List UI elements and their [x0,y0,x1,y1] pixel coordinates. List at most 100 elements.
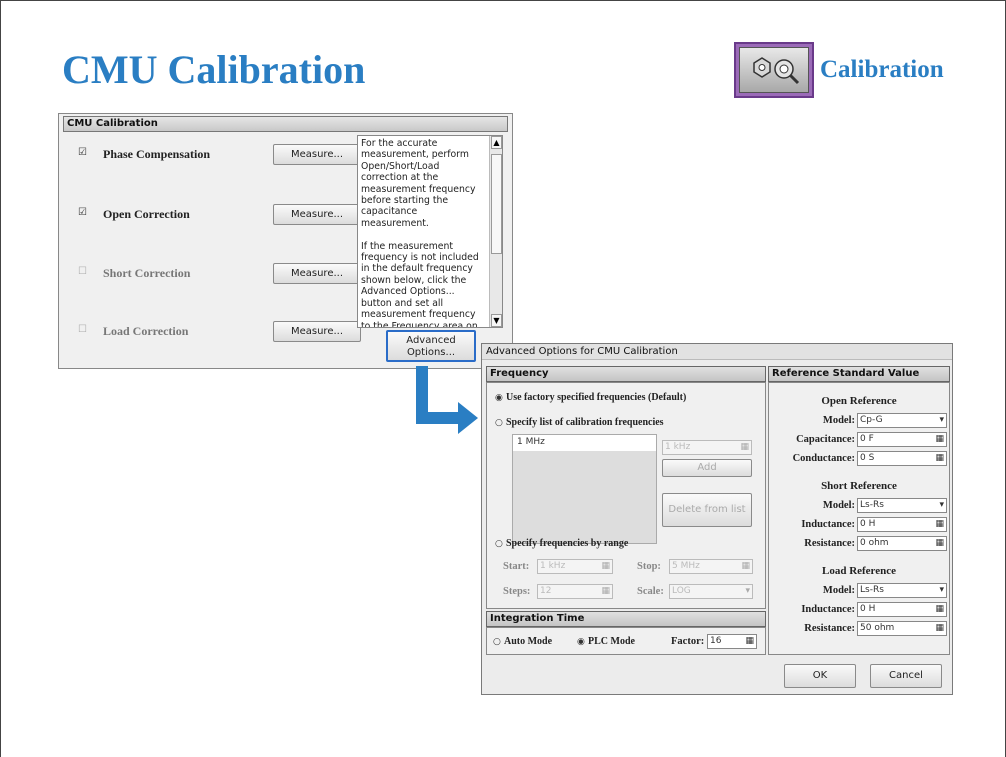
calculator-icon[interactable]: ▦ [741,560,750,573]
calculator-icon[interactable]: ▦ [935,452,944,465]
load-correction-label: Load Correction [103,324,189,338]
calculator-icon[interactable]: ▦ [740,441,749,454]
steps-label: Steps: [503,586,531,597]
short-correction-checkbox[interactable]: ☐ [77,267,88,278]
stop-label: Stop: [637,561,661,572]
auto-mode-label: Auto Mode [504,636,553,647]
start-input[interactable]: 1 kHz ▦ [537,559,613,574]
steps-input[interactable]: 12 ▦ [537,584,613,599]
integration-section: ○ Auto Mode ◉ PLC Mode Factor: 16 ▦ [486,627,766,655]
phase-compensation-label: Phase Compensation [103,147,211,161]
calculator-icon[interactable]: ▦ [935,622,944,635]
open-correction-checkbox[interactable]: ☑ [77,208,88,219]
advanced-options-button[interactable]: Advanced Options... [386,330,476,362]
load-inductance-label: Inductance: [801,604,855,615]
ok-button[interactable]: OK [784,664,856,688]
measure-load-button[interactable]: Measure... [273,321,361,342]
calculator-icon[interactable]: ▦ [935,537,944,550]
open-model-value: Cp-G [860,415,883,425]
auto-mode-radio[interactable]: ○ Auto Mode [493,636,552,647]
calculator-icon[interactable]: ▦ [935,603,944,616]
chevron-down-icon[interactable]: ▾ [939,414,944,427]
delete-from-list-button[interactable]: Delete from list [662,493,752,527]
short-model-label: Model: [822,500,855,511]
info-textbox[interactable]: For the accurate measurement, perform Op… [357,135,503,328]
load-correction-checkbox[interactable]: ☐ [77,325,88,336]
short-inductance-value: 0 H [860,519,876,529]
integration-header: Integration Time [486,611,766,627]
load-model-value: Ls-Rs [860,585,884,595]
add-button[interactable]: Add [662,459,752,477]
open-capacitance-label: Capacitance: [796,434,855,445]
phase-compensation-row: ☑ Phase Compensation Measure... [77,144,361,166]
scroll-up-icon[interactable]: ▲ [491,136,502,149]
opt-default-radio[interactable]: ◉ Use factory specified frequencies (Defa… [495,392,686,403]
load-resistance-value: 50 ohm [860,623,895,633]
chevron-down-icon[interactable]: ▾ [939,499,944,512]
frequency-section: ◉ Use factory specified frequencies (Defa… [486,382,766,609]
opt-range-radio[interactable]: ○ Specify frequencies by range [495,538,628,549]
chevron-down-icon[interactable]: ▾ [939,584,944,597]
stop-input[interactable]: 5 MHz ▦ [669,559,753,574]
radio-selected-icon: ◉ [577,637,585,647]
start-label: Start: [503,561,530,572]
open-model-select[interactable]: Cp-G ▾ [857,413,947,428]
cancel-button[interactable]: Cancel [870,664,942,688]
scale-select[interactable]: LOG ▾ [669,584,753,599]
short-resistance-value: 0 ohm [860,538,889,548]
measure-phase-button[interactable]: Measure... [273,144,361,165]
short-resistance-input[interactable]: 0 ohm ▦ [857,536,947,551]
load-model-select[interactable]: Ls-Rs ▾ [857,583,947,598]
short-inductance-input[interactable]: 0 H ▦ [857,517,947,532]
factor-value: 16 [710,636,722,646]
load-resistance-input[interactable]: 50 ohm ▦ [857,621,947,636]
open-conductance-label: Conductance: [792,453,855,464]
calculator-icon[interactable]: ▦ [601,560,610,573]
opt-default-label: Use factory specified frequencies (Defau… [506,392,687,403]
open-reference-title: Open Reference [821,395,897,407]
scroll-down-icon[interactable]: ▼ [491,314,502,327]
calculator-icon[interactable]: ▦ [935,433,944,446]
scroll-thumb[interactable] [491,154,502,254]
short-correction-row: ☐ Short Correction Measure... [77,263,361,285]
calculator-icon[interactable]: ▦ [601,585,610,598]
advanced-options-dialog: Advanced Options for CMU Calibration Fre… [481,343,953,695]
opt-list-radio[interactable]: ○ Specify list of calibration frequencies [495,417,664,428]
short-correction-label: Short Correction [103,266,191,280]
steps-value: 12 [540,586,552,596]
opt-list-label: Specify list of calibration frequencies [506,417,664,428]
start-value: 1 kHz [540,561,566,571]
radio-unselected-icon: ○ [495,539,503,549]
load-correction-row: ☐ Load Correction Measure... [77,321,361,343]
load-inductance-input[interactable]: 0 H ▦ [857,602,947,617]
phase-compensation-checkbox[interactable]: ☑ [77,148,88,159]
short-reference-title: Short Reference [821,480,897,492]
load-resistance-label: Resistance: [804,623,855,634]
calculator-icon[interactable]: ▦ [935,518,944,531]
open-model-label: Model: [822,415,855,426]
list-frequency-value: 1 kHz [665,442,691,452]
open-correction-label: Open Correction [103,207,190,221]
factor-label: Factor: [671,636,705,647]
chevron-down-icon[interactable]: ▾ [745,585,750,598]
load-reference-title: Load Reference [821,565,897,577]
measure-open-button[interactable]: Measure... [273,204,361,225]
short-model-value: Ls-Rs [860,500,884,510]
open-capacitance-input[interactable]: 0 F ▦ [857,432,947,447]
open-conductance-input[interactable]: 0 S ▦ [857,451,947,466]
frequency-list[interactable]: 1 MHz [512,434,657,544]
short-model-select[interactable]: Ls-Rs ▾ [857,498,947,513]
info-scrollbar[interactable]: ▲ ▼ [489,136,502,327]
list-item[interactable]: 1 MHz [513,435,656,451]
scale-label: Scale: [637,586,664,597]
calculator-icon[interactable]: ▦ [745,635,754,648]
short-resistance-label: Resistance: [804,538,855,549]
measure-short-button[interactable]: Measure... [273,263,361,284]
factor-input[interactable]: 16 ▦ [707,634,757,649]
load-model-label: Model: [822,585,855,596]
badge-label: Calibration [820,56,944,83]
cmu-calibration-panel: CMU Calibration ☑ Phase Compensation Mea… [58,113,513,369]
radio-unselected-icon: ○ [495,418,503,428]
list-frequency-input[interactable]: 1 kHz ▦ [662,440,752,455]
plc-mode-radio[interactable]: ◉ PLC Mode [577,636,635,647]
